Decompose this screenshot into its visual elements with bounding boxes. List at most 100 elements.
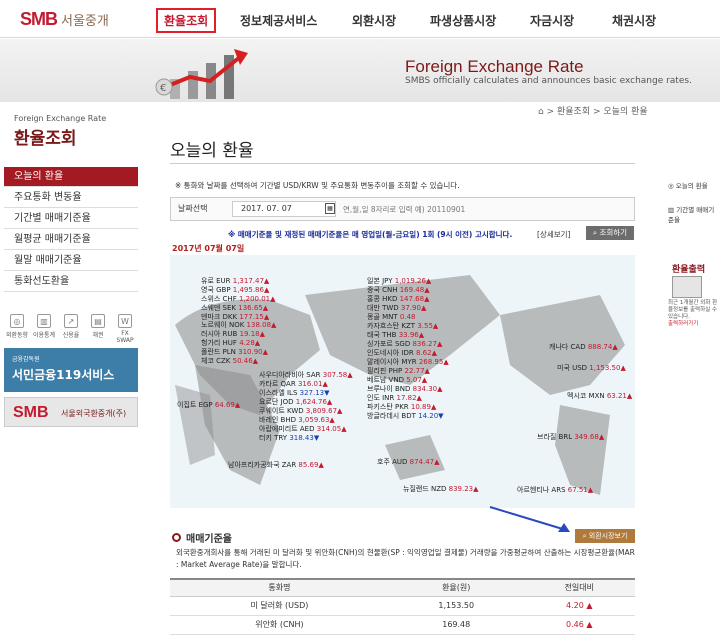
currency-rate: 1,200.01	[238, 295, 271, 303]
currency-rate: 1,153.50	[589, 364, 621, 372]
up-arrow-icon: ▲	[263, 277, 270, 285]
ad-banner-smb[interactable]: SMB 서울외국환중개(주)	[4, 397, 138, 427]
search-icon: ⌕	[582, 532, 587, 540]
currency-rate: 268.95	[418, 358, 444, 366]
fx-market-button[interactable]: ⌕ 외환시장보기	[575, 529, 635, 543]
down-arrow-icon: ▼	[313, 434, 320, 442]
document-icon: ▤	[91, 314, 105, 328]
currency-rate: 307.58	[322, 371, 348, 379]
up-arrow-icon: ▲	[259, 330, 265, 338]
date-label: 날짜선택	[178, 204, 208, 213]
currency-rate: 17.82	[396, 394, 417, 402]
top-navigation-bar: SMB 서울중개 환율조회 정보제공서비스 외환시장 파생상품시장 자금시장 채…	[0, 0, 720, 38]
up-arrow-icon: ▲	[431, 349, 437, 357]
search-button[interactable]: ⌕ 조회하기	[586, 226, 634, 240]
currency-name: 스웨덴 SEK	[201, 304, 239, 312]
quick-icons: ◎ 외환동향 ▥ 이용통계 ↗ 신용율 ▤ 채권 W FX SWAP	[4, 312, 138, 344]
currency-rate: 33.96	[398, 331, 419, 339]
currency-rate: 1,495.86	[232, 286, 264, 294]
sidebar-item-forward-rate[interactable]: 통화선도환율	[4, 272, 138, 292]
up-arrow-icon: ▲	[322, 380, 328, 388]
currency-name: 스위스 CHF	[201, 295, 239, 303]
sidebar-item-month-end[interactable]: 월말 매매기준율	[4, 251, 138, 271]
breadcrumb-current: 오늘의 환율	[603, 107, 648, 117]
currency-name: 영국 GBP	[201, 286, 233, 294]
currency-rate: 138.08	[246, 321, 272, 329]
currency-rate: 327.13	[299, 389, 325, 397]
col-change: 전일대비	[523, 578, 635, 597]
cell-change: 4.20 ▲	[523, 596, 635, 616]
nav-fx-market[interactable]: 외환시장	[352, 12, 396, 29]
quick-usage-stats[interactable]: ▥ 이용통계	[31, 312, 57, 342]
up-arrow-icon: ▲	[437, 385, 443, 393]
currency-rate: 1,317.47	[232, 277, 264, 285]
up-arrow-icon: ▲	[262, 348, 269, 356]
up-arrow-icon: ▲	[252, 357, 259, 365]
rate-label: 뉴질랜드 NZD 839.23▲	[403, 484, 479, 494]
currency-name: 파키스탄 PKR	[367, 403, 411, 411]
nav-money-market[interactable]: 자금시장	[530, 12, 574, 29]
pointer-arrow-icon	[489, 506, 570, 532]
currency-rate: 349.68	[574, 433, 599, 441]
calendar-icon[interactable]: ▦	[325, 203, 335, 214]
currency-name: 브라질 BRL	[537, 433, 575, 441]
date-hint: 연,월,일 8자리로 입력 예) 20110901	[343, 205, 466, 214]
cell-rate: 169.48	[388, 615, 524, 635]
graph-icon: ↗	[64, 314, 78, 328]
nav-derivatives-market[interactable]: 파생상품시장	[430, 12, 496, 29]
quick-bond[interactable]: ▤ 채권	[85, 312, 111, 342]
quick-fx-trend[interactable]: ◎ 외환동향	[4, 312, 30, 342]
up-arrow-icon: ▲	[430, 403, 437, 411]
up-arrow-icon: ▲	[270, 295, 276, 303]
company-logo[interactable]: SMB 서울중개	[20, 9, 109, 29]
currency-name: 요르단 JOD	[259, 398, 296, 406]
currency-rate: 3,059.63	[298, 416, 330, 424]
date-input[interactable]: 2017. 07. 07	[232, 201, 336, 217]
fx-market-button-label: 외환시장보기	[588, 532, 628, 540]
up-arrow-icon: ▲	[598, 433, 605, 441]
up-arrow-icon: ▲	[612, 343, 618, 351]
nav-bond-market[interactable]: 채권시장	[612, 12, 656, 29]
currency-rate: 1,019.26	[394, 277, 426, 285]
section-title: 매매기준율	[186, 534, 232, 545]
up-arrow-icon: ▲	[347, 371, 353, 379]
quick-fx-swap[interactable]: W FX SWAP	[112, 312, 138, 344]
currency-name: 카타르 QAR	[259, 380, 298, 388]
home-icon[interactable]: ⌂	[538, 107, 544, 117]
breadcrumb-item[interactable]: 환율조회	[557, 107, 590, 117]
logo-mark: SMB	[20, 8, 58, 29]
quick-label: FX SWAP	[116, 330, 134, 344]
currency-rate: 63.21	[606, 392, 627, 400]
rate-label: 아르헨티나 ARS 67.51▲	[517, 485, 593, 495]
currency-rate: 836.27	[412, 340, 437, 348]
sidebar-item-monthly-avg[interactable]: 월평균 매매기준율	[4, 230, 138, 250]
printer-icon[interactable]	[672, 276, 702, 298]
sidebar-item-period-rate[interactable]: 기간별 매매기준율	[4, 209, 138, 229]
up-arrow-icon: ▲	[425, 277, 432, 285]
sidebar-small-title: Foreign Exchange Rate	[14, 114, 107, 123]
currency-rate: 50.46	[232, 357, 253, 365]
right-item-today-rate[interactable]: ◎ 오늘의 환율	[668, 180, 708, 190]
nav-exchange-rate[interactable]: 환율조회	[156, 8, 217, 33]
up-arrow-icon: ▲	[443, 358, 449, 366]
up-arrow-icon: ▲	[421, 376, 428, 384]
rate-label: 체코 CZK 50.46▲	[201, 356, 258, 366]
right-item-period-rate[interactable]: ▥ 기간별 매매기준율	[668, 204, 720, 224]
nav-info-service[interactable]: 정보제공서비스	[240, 12, 317, 29]
sidebar-item-today-rate[interactable]: 오늘의 환율	[4, 167, 138, 187]
cell-change: 0.46 ▲	[523, 615, 635, 635]
up-arrow-icon: ▲	[416, 394, 422, 402]
print-link[interactable]: 출력하러가기	[668, 321, 698, 327]
up-arrow-icon: ▲	[620, 364, 626, 372]
quick-credit[interactable]: ↗ 신용율	[58, 312, 84, 342]
ad-banner-finance119[interactable]: 금융감독원 서민금융119서비스	[4, 348, 138, 392]
currency-name: 카자흐스탄 KZT	[367, 322, 418, 330]
currency-name: 이스라엘 ILS	[259, 389, 300, 397]
detail-link[interactable]: [상세보기]	[537, 229, 570, 240]
sidebar-item-major-currency[interactable]: 주요통화 변동율	[4, 188, 138, 208]
banner-subtitle: SMBS officially calculates and announces…	[405, 76, 692, 86]
currency-rate: 0.48	[399, 313, 416, 321]
currency-rate: 4.28	[239, 339, 255, 347]
currency-name: 바레인 BHD	[259, 416, 299, 424]
right-print-title: 환율출력	[672, 265, 706, 275]
